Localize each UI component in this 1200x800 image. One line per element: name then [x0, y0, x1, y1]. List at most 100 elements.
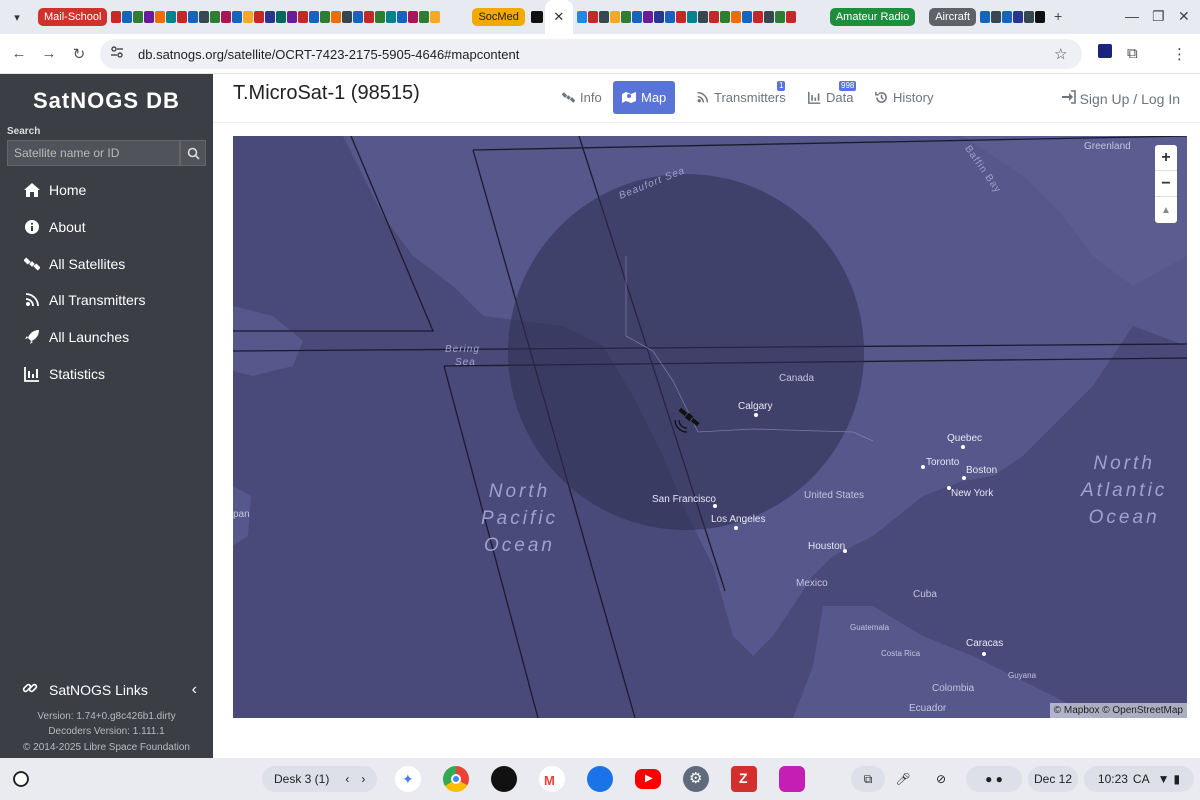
sidebar-item-statistics[interactable]: Statistics: [22, 362, 105, 386]
extension-icon[interactable]: [1098, 44, 1112, 58]
tab-favicons-2[interactable]: [576, 9, 822, 25]
tab-label: Data: [826, 90, 854, 105]
map-label-calgary: Calgary: [738, 401, 773, 412]
mute-icon[interactable]: ⊘: [928, 766, 954, 792]
chart-icon: [808, 91, 821, 104]
zoom-in-button[interactable]: +: [1155, 145, 1177, 171]
podcast-app-icon[interactable]: [491, 766, 517, 792]
sidebar-item-all-transmitters[interactable]: All Transmitters: [22, 288, 145, 312]
x-tab-icon[interactable]: [530, 9, 545, 25]
tab-group-socmed[interactable]: SocMed: [472, 8, 525, 26]
screen-capture-icon[interactable]: ⧉: [851, 766, 885, 792]
version-text: Version: 1.74+0.g8c426b1.dirty: [37, 711, 176, 722]
sidebar-item-all-launches[interactable]: All Launches: [22, 325, 129, 349]
gemini-icon[interactable]: ✦: [395, 766, 421, 792]
system-tray[interactable]: 10:23 CA ▼ ▮: [1084, 766, 1194, 792]
satnogs-links-label: SatNOGS Links: [49, 681, 148, 698]
map-label-new-york: New York: [951, 488, 994, 499]
tab-label: Info: [580, 90, 602, 105]
filezilla-icon[interactable]: Z: [731, 766, 757, 792]
date-display[interactable]: Dec 12: [1028, 766, 1078, 792]
chart-icon: [22, 366, 42, 382]
link-icon: [22, 680, 42, 699]
map-label-mexico: Mexico: [796, 578, 828, 589]
tab-history[interactable]: History: [866, 81, 942, 114]
copyright-link[interactable]: © 2014-2025 Libre Space Foundation: [0, 742, 213, 753]
reset-north-button[interactable]: ▲: [1155, 197, 1177, 223]
sidebar-item-label: All Transmitters: [49, 292, 146, 308]
map-label-sea: Sea: [455, 357, 476, 368]
sidebar: SatNOGS DB Search Home About All Satelli…: [0, 74, 213, 758]
chevron-left-icon[interactable]: ‹: [345, 772, 349, 786]
sidebar-item-label: All Satellites: [49, 256, 126, 272]
map-attribution[interactable]: © Mapbox © OpenStreetMap: [1049, 703, 1187, 718]
sidebar-item-about[interactable]: About: [22, 215, 86, 239]
map-label-guatemala: Guatemala: [850, 623, 890, 632]
messages-icon[interactable]: [587, 766, 613, 792]
close-window-icon[interactable]: ✕: [1178, 8, 1190, 25]
tab-label: Map: [641, 90, 667, 105]
microphone-icon[interactable]: 🎤︎: [890, 766, 916, 792]
brand-logo[interactable]: SatNOGS DB: [33, 88, 180, 114]
map-label-bering: Bering: [445, 344, 480, 355]
search-button[interactable]: [180, 140, 206, 166]
sidebar-item-label: Home: [49, 182, 87, 198]
gmail-icon[interactable]: M: [539, 766, 565, 792]
time-text: 10:23: [1097, 772, 1128, 786]
tab-map[interactable]: Map: [613, 81, 676, 114]
main-content: T.MicroSat-1 (98515) Info Map Transmitte…: [213, 74, 1200, 758]
extensions-puzzle-icon[interactable]: ⧉: [1127, 45, 1138, 62]
sidebar-item-all-satellites[interactable]: All Satellites: [22, 252, 125, 276]
tab-info[interactable]: Info: [553, 81, 611, 114]
launcher-icon[interactable]: [8, 766, 34, 792]
site-info-icon[interactable]: [110, 45, 124, 64]
tab-group-aircraft[interactable]: Aircraft: [929, 8, 977, 26]
tab-favicons[interactable]: [111, 9, 466, 25]
sidebar-item-home[interactable]: Home: [22, 178, 86, 202]
restore-icon[interactable]: ❐: [1152, 8, 1165, 25]
map-zoom-controls: + − ▲: [1155, 145, 1177, 223]
search-label: Search: [7, 126, 41, 137]
search-input[interactable]: [7, 140, 180, 166]
history-icon: [875, 91, 888, 104]
forward-icon[interactable]: →: [34, 45, 64, 62]
info-icon: [22, 219, 42, 235]
satnogs-links-toggle[interactable]: SatNOGS Links ‹: [22, 680, 197, 699]
map-label-san-francisco: San Francisco: [652, 494, 716, 505]
page-title: T.MicroSat-1 (98515): [233, 82, 420, 104]
ground-track-map[interactable]: Greenland Baffin Bay Beaufort Sea Bering…: [233, 136, 1187, 718]
bookmark-star-icon[interactable]: ☆: [1054, 45, 1067, 63]
chevron-left-icon[interactable]: ‹: [192, 681, 197, 699]
tab-favicons-3[interactable]: [980, 9, 1052, 25]
map-icon: [622, 91, 636, 104]
chevron-right-icon[interactable]: ›: [361, 772, 365, 786]
sidebar-item-label: Statistics: [49, 366, 106, 382]
rocket-icon: [22, 329, 42, 345]
tab-group-amateur-radio[interactable]: Amateur Radio: [829, 8, 916, 26]
youtube-icon[interactable]: ▶: [635, 769, 661, 789]
tab-group-mail-school[interactable]: Mail-School: [38, 8, 108, 26]
address-bar[interactable]: db.satnogs.org/satellite/OCRT-7423-2175-…: [100, 39, 1082, 69]
active-tab-close-icon[interactable]: ✕: [544, 0, 573, 34]
browser-menu-icon[interactable]: ⋮: [1172, 45, 1187, 63]
sidebar-item-label: About: [49, 219, 86, 235]
data-count-badge: 998: [839, 81, 857, 91]
zoom-out-button[interactable]: −: [1155, 171, 1177, 197]
app-icon[interactable]: [779, 766, 805, 792]
back-icon[interactable]: ←: [4, 45, 34, 62]
minimize-icon[interactable]: —: [1125, 8, 1139, 24]
login-link[interactable]: Sign Up / Log In: [1061, 90, 1180, 107]
map-label-united-states: United States: [804, 490, 865, 501]
chrome-icon[interactable]: [443, 766, 469, 792]
tab-search-icon[interactable]: ▾: [4, 4, 30, 30]
reload-icon[interactable]: ↻: [64, 45, 94, 63]
map-label-north-pacific: North Pacific Ocean: [481, 478, 558, 559]
status-icons[interactable]: ● ●: [966, 766, 1022, 792]
new-tab-icon[interactable]: +: [1054, 8, 1062, 24]
settings-gear-icon[interactable]: ⚙: [683, 766, 709, 792]
region-text: CA: [1132, 772, 1150, 786]
map-label-houston: Houston: [808, 541, 846, 552]
map-label-caracas: Caracas: [966, 638, 1004, 649]
desk-switcher[interactable]: Desk 3 (1) ‹ ›: [262, 766, 377, 792]
transmitters-count-badge: 1: [777, 81, 786, 91]
